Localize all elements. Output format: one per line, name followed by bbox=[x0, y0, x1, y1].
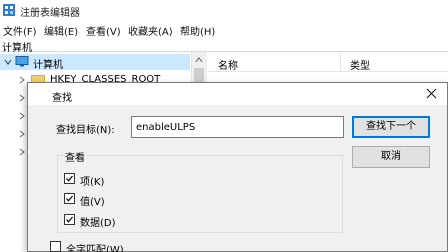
checkbox-values-label[interactable]: 值(V) bbox=[80, 193, 105, 208]
tree-item-computer[interactable]: 计算机 bbox=[0, 54, 190, 71]
chevron-right-icon[interactable] bbox=[18, 130, 26, 138]
look-at-group-title: 查看 bbox=[63, 149, 87, 164]
menu-help[interactable]: 帮助(H) bbox=[180, 23, 215, 38]
menu-edit[interactable]: 编辑(E) bbox=[44, 23, 78, 38]
tree-item-collapsed[interactable] bbox=[0, 90, 30, 106]
chevron-right-icon[interactable] bbox=[18, 148, 26, 156]
find-target-input[interactable] bbox=[131, 116, 344, 138]
column-header-type[interactable]: 类型 bbox=[350, 57, 370, 72]
menu-view[interactable]: 查看(V) bbox=[86, 23, 121, 38]
dialog-titlebar[interactable]: 查找 bbox=[28, 83, 447, 105]
tree-item-collapsed[interactable] bbox=[0, 144, 30, 160]
checkbox-keys-label[interactable]: 项(K) bbox=[80, 173, 104, 188]
window-title: 注册表编辑器 bbox=[20, 8, 80, 19]
menu-favorites[interactable]: 收藏夹(A) bbox=[128, 23, 173, 38]
chevron-down-icon[interactable] bbox=[4, 58, 12, 66]
scroll-up-icon[interactable] bbox=[195, 56, 203, 64]
computer-icon bbox=[15, 56, 29, 67]
checkbox-keys[interactable] bbox=[64, 173, 75, 184]
column-header-name[interactable]: 名称 bbox=[218, 57, 238, 72]
checkbox-data-label[interactable]: 数据(D) bbox=[80, 214, 116, 229]
column-divider[interactable] bbox=[340, 52, 341, 72]
tree-item-collapsed[interactable] bbox=[0, 126, 30, 142]
cancel-button[interactable]: 取消 bbox=[352, 146, 430, 168]
chevron-right-icon[interactable] bbox=[18, 112, 26, 120]
find-target-label: 查找目标(N): bbox=[56, 125, 115, 136]
chevron-right-icon[interactable] bbox=[18, 76, 26, 84]
chevron-right-icon[interactable] bbox=[18, 94, 26, 102]
checkmark-icon bbox=[66, 216, 73, 223]
checkbox-match-whole[interactable] bbox=[50, 241, 61, 252]
checkmark-icon bbox=[66, 195, 73, 202]
tree-item-label: 计算机 bbox=[33, 60, 63, 71]
find-dialog: 查找 查找目标(N): 查找下一个 取消 查看 项(K) 值(V) 数据(D) … bbox=[27, 82, 448, 252]
address-bar[interactable]: 计算机 bbox=[0, 38, 448, 54]
menu-bar: 文件(F) 编辑(E) 查看(V) 收藏夹(A) 帮助(H) bbox=[0, 20, 448, 38]
tree-item-expanded[interactable] bbox=[0, 180, 40, 196]
tree-item-collapsed[interactable] bbox=[0, 108, 30, 124]
checkbox-values[interactable] bbox=[64, 193, 75, 204]
checkmark-icon bbox=[66, 175, 73, 182]
dialog-title: 查找 bbox=[52, 93, 72, 104]
menu-file[interactable]: 文件(F) bbox=[3, 23, 37, 38]
find-next-button[interactable]: 查找下一个 bbox=[352, 116, 430, 138]
list-header: 名称 类型 bbox=[208, 52, 448, 72]
checkbox-match-whole-label[interactable]: 全字匹配(W) bbox=[66, 241, 124, 252]
checkbox-data[interactable] bbox=[64, 214, 75, 225]
regedit-icon bbox=[3, 4, 15, 16]
window-titlebar: 注册表编辑器 bbox=[0, 0, 448, 20]
close-icon[interactable] bbox=[416, 83, 447, 105]
